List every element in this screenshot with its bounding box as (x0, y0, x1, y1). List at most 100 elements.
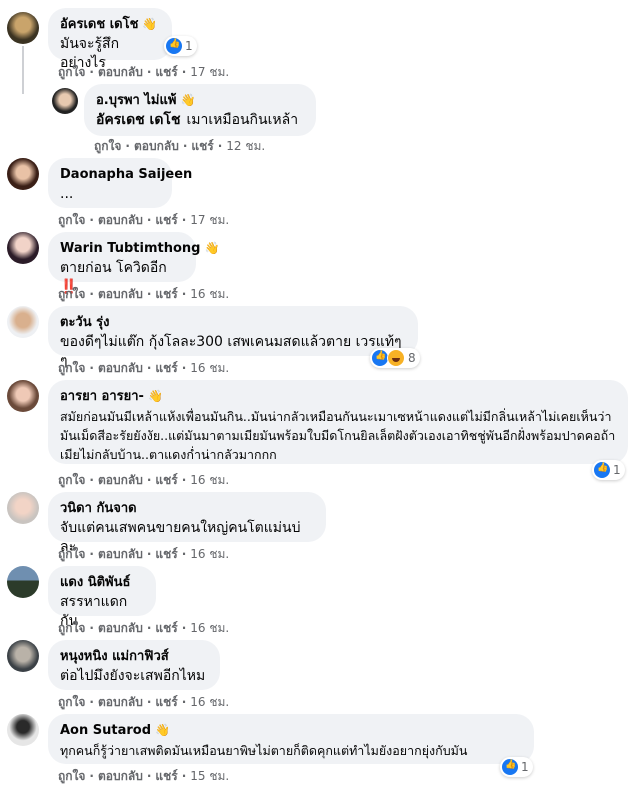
reply-button[interactable]: ตอบกลับ (98, 769, 143, 783)
like-button[interactable]: ถูกใจ (58, 769, 85, 783)
avatar[interactable] (7, 640, 39, 672)
reaction-summary[interactable]: 1 (500, 757, 533, 777)
reply-button[interactable]: ตอบกลับ (98, 213, 143, 227)
comment-actions: ถูกใจ · ตอบกลับ · แชร์ · 15 ชม. (58, 769, 230, 783)
comment-actions: ถูกใจ · ตอบกลับ · แชร์ · 16 ชม. (58, 361, 230, 375)
reply-button[interactable]: ตอบกลับ (98, 473, 143, 487)
haha-reaction-icon (387, 349, 405, 367)
avatar[interactable] (7, 492, 39, 524)
reaction-summary[interactable]: 8 (370, 348, 420, 368)
comment-author[interactable]: หนุงหนิง แม่กาฟิวส์ (60, 648, 208, 665)
reply-button[interactable]: ตอบกลับ (134, 139, 179, 153)
comment-author[interactable]: ตะวัน รุ่ง (60, 314, 406, 331)
comment-bubble: หนุงหนิง แม่กาฟิวส์ ต่อไปมึงยังจะเสพอีกไ… (48, 640, 220, 690)
share-button[interactable]: แชร์ (155, 769, 177, 783)
comment-time[interactable]: 17 ชม. (190, 213, 229, 227)
comment-author[interactable]: Daonapha Saijeen (60, 166, 192, 183)
share-button[interactable]: แชร์ (155, 361, 177, 375)
reply-button[interactable]: ตอบกลับ (98, 547, 143, 561)
like-button[interactable]: ถูกใจ (58, 361, 85, 375)
like-reaction-icon (594, 462, 610, 478)
comment-author[interactable]: Aon Sutarod 👋 (60, 722, 522, 739)
like-button[interactable]: ถูกใจ (58, 65, 85, 79)
share-button[interactable]: แชร์ (155, 65, 177, 79)
comment-bubble: วนิดา กันจาด จับแต่คนเสพคนขายคนใหญ่คนโตแ… (48, 492, 326, 555)
wave-icon: 👋 (147, 389, 163, 403)
comment-actions: ถูกใจ · ตอบกลับ · แชร์ · 17 ชม. (58, 213, 230, 227)
comment-bubble: Warin Tubtimthong 👋 ตายก่อน โควิดอีก ‼️ (48, 232, 219, 295)
comment-bubble: แดง นิติพันธ์ สรรหาแดกกัน (48, 566, 156, 629)
comment-time[interactable]: 16 ชม. (190, 473, 229, 487)
wave-icon: 👋 (155, 723, 170, 737)
comment-time[interactable]: 17 ชม. (190, 65, 229, 79)
like-button[interactable]: ถูกใจ (58, 547, 85, 561)
comment-bubble: Daonapha Saijeen ... (48, 158, 192, 208)
comment-bubble: Aon Sutarod 👋 ทุกคนก็รู้ว่ายาเสพติดมันเหม… (48, 714, 534, 764)
avatar[interactable] (7, 306, 39, 338)
avatar[interactable] (7, 12, 39, 44)
comment-text: ... (60, 186, 74, 202)
comment-time[interactable]: 16 ชม. (190, 547, 229, 561)
comment-text: สมัยก่อนมันมีเหล้าแห้งเพื่อนมันกิน..มันน… (60, 409, 616, 462)
like-reaction-icon (502, 759, 518, 775)
like-button[interactable]: ถูกใจ (94, 139, 121, 153)
comment-bubble: อัครเดช เดโช 👋 มันจะรู้สึกอย่างไร (48, 8, 172, 71)
share-button[interactable]: แชร์ (155, 547, 177, 561)
comment-time[interactable]: 16 ชม. (190, 287, 229, 301)
wave-icon: 👋 (180, 93, 196, 107)
reaction-summary[interactable]: 1 (164, 36, 197, 56)
comment-text: ทุกคนก็รู้ว่ายาเสพติดมันเหมือนยาพิษไม่ตา… (60, 743, 468, 758)
share-button[interactable]: แชร์ (191, 139, 213, 153)
reply-text: อัครเดช เดโช เมาเหมือนกินเหล้า (96, 112, 299, 128)
like-button[interactable]: ถูกใจ (58, 473, 85, 487)
comment-bubble: อารยา อารยา- 👋 สมัยก่อนมันมีเหล้าแห้งเพื่… (48, 380, 628, 464)
comment-author[interactable]: อารยา อารยา- 👋 (60, 388, 616, 405)
comment-actions: ถูกใจ · ตอบกลับ · แชร์ · 16 ชม. (58, 621, 230, 635)
reply-actions: ถูกใจ · ตอบกลับ · แชร์ · 12 ชม. (94, 139, 266, 153)
comment-actions: ถูกใจ · ตอบกลับ · แชร์ · 16 ชม. (58, 473, 230, 487)
reply-author[interactable]: อ.บุรพา ไม่แพ้ 👋 (96, 92, 304, 109)
reply-bubble: อ.บุรพา ไม่แพ้ 👋 อัครเดช เดโช เมาเหมือนกิน… (84, 84, 316, 136)
reply-button[interactable]: ตอบกลับ (98, 65, 143, 79)
like-button[interactable]: ถูกใจ (58, 287, 85, 301)
share-button[interactable]: แชร์ (155, 213, 177, 227)
comment-time[interactable]: 16 ชม. (190, 621, 229, 635)
share-button[interactable]: แชร์ (155, 621, 177, 635)
avatar[interactable] (7, 566, 39, 598)
reaction-summary[interactable]: 1 (592, 460, 625, 480)
comment-actions: ถูกใจ · ตอบกลับ · แชร์ · 16 ชม. (58, 287, 230, 301)
share-button[interactable]: แชร์ (155, 287, 177, 301)
avatar[interactable] (7, 380, 39, 412)
comment-actions: ถูกใจ · ตอบกลับ · แชร์ · 17 ชม. (58, 65, 230, 79)
mention-tag[interactable]: อัครเดช เดโช (96, 112, 180, 128)
avatar[interactable] (52, 88, 78, 114)
thread-line (22, 46, 24, 94)
comment-bubble: ตะวัน รุ่ง ของดีๆไม่แต๊ก กุ้งโลละ300 เสพ… (48, 306, 418, 369)
comment-author[interactable]: แดง นิติพันธ์ (60, 574, 144, 591)
share-button[interactable]: แชร์ (155, 473, 177, 487)
like-button[interactable]: ถูกใจ (58, 621, 85, 635)
wave-icon: 👋 (204, 241, 220, 255)
like-reaction-icon (166, 38, 182, 54)
wave-icon: 👋 (142, 17, 158, 31)
reply-button[interactable]: ตอบกลับ (98, 621, 143, 635)
avatar[interactable] (7, 714, 39, 746)
comment-actions: ถูกใจ · ตอบกลับ · แชร์ · 16 ชม. (58, 547, 230, 561)
reply-button[interactable]: ตอบกลับ (98, 695, 143, 709)
comment-author[interactable]: อัครเดช เดโช 👋 (60, 16, 160, 33)
like-button[interactable]: ถูกใจ (58, 213, 85, 227)
like-button[interactable]: ถูกใจ (58, 695, 85, 709)
reply-button[interactable]: ตอบกลับ (98, 361, 143, 375)
comment-author[interactable]: วนิดา กันจาด (60, 500, 314, 517)
comment-author[interactable]: Warin Tubtimthong 👋 (60, 240, 219, 257)
comment-time[interactable]: 12 ชม. (226, 139, 265, 153)
avatar[interactable] (7, 158, 39, 190)
avatar[interactable] (7, 232, 39, 264)
share-button[interactable]: แชร์ (155, 695, 177, 709)
comment-time[interactable]: 16 ชม. (190, 695, 229, 709)
comment-time[interactable]: 16 ชม. (190, 361, 229, 375)
comment-time[interactable]: 15 ชม. (190, 769, 229, 783)
like-reaction-icon (372, 350, 388, 366)
comment-actions: ถูกใจ · ตอบกลับ · แชร์ · 16 ชม. (58, 695, 230, 709)
reply-button[interactable]: ตอบกลับ (98, 287, 143, 301)
